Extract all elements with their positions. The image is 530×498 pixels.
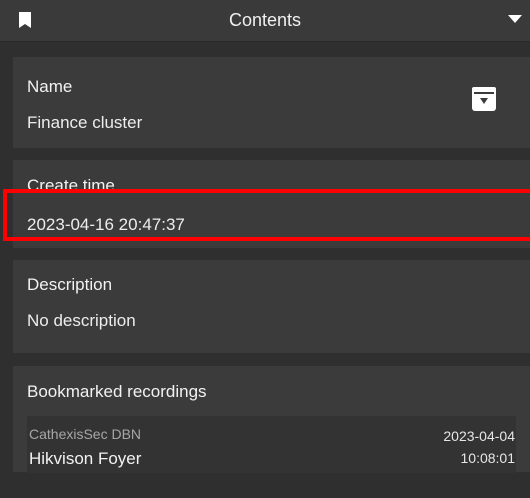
recording-row[interactable]: CathexisSec DBN Hikvison Foyer 2023-04-0… (27, 416, 516, 473)
create-time-label: Create time (27, 176, 115, 195)
recording-time: 10:08:01 (460, 450, 516, 466)
description-value: No description (27, 311, 136, 330)
description-section: Description No description (13, 260, 530, 353)
contents-header[interactable]: Contents (0, 0, 530, 42)
archive-download-icon[interactable] (470, 85, 498, 113)
create-time-section: Create time 2023-04-16 20:47:37 (13, 160, 530, 248)
recording-date: 2023-04-04 (443, 428, 515, 444)
recording-camera: Hikvison Foyer (29, 449, 142, 468)
contents-panel: Contents Name Finance cluster Create tim… (0, 0, 530, 498)
name-section: Name Finance cluster (13, 57, 530, 148)
bookmarked-recordings-label: Bookmarked recordings (27, 382, 207, 401)
description-label: Description (27, 275, 113, 294)
header-title: Contents (228, 10, 302, 30)
chevron-down-icon[interactable] (508, 14, 522, 24)
create-time-value: 2023-04-16 20:47:37 (27, 215, 185, 234)
name-label: Name (27, 77, 73, 96)
bookmarked-recordings-section: Bookmarked recordings CathexisSec DBN Hi… (13, 366, 530, 473)
recording-source: CathexisSec DBN (29, 426, 142, 442)
name-value: Finance cluster (27, 113, 143, 132)
